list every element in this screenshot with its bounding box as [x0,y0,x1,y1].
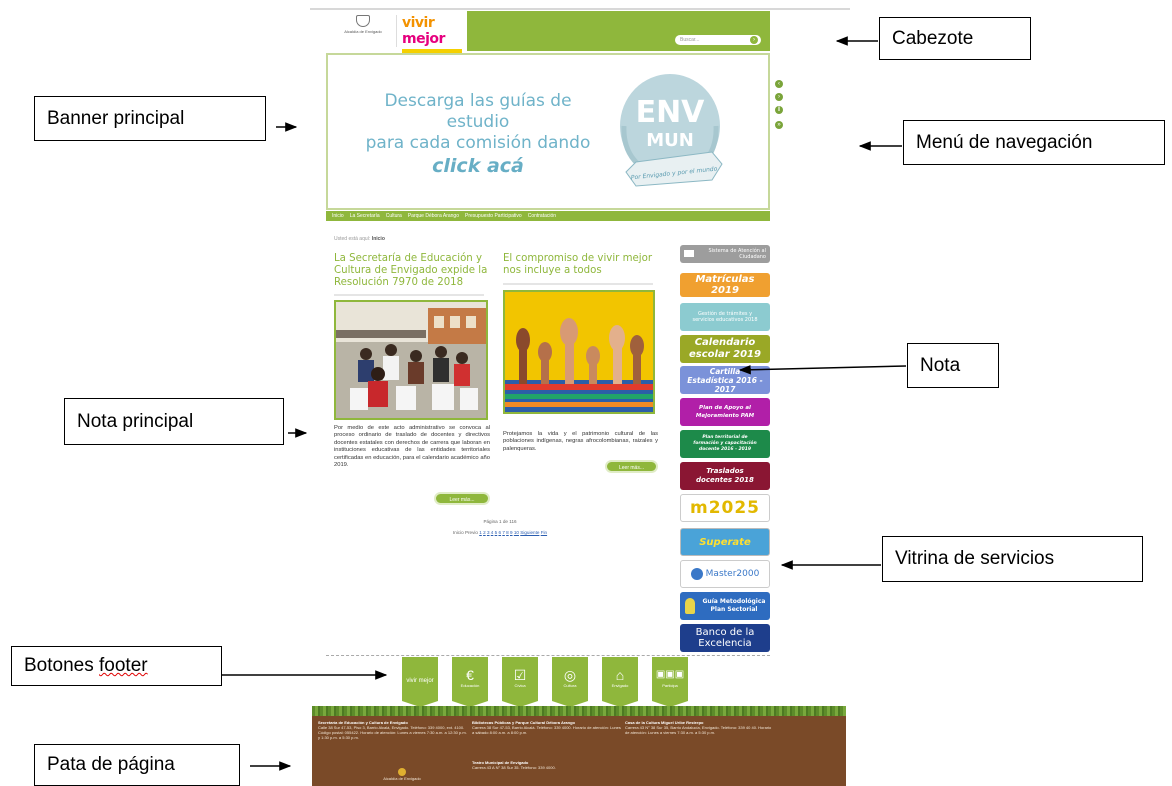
screenshot-canvas: { "site": { "logo_text": "Alcaldía de En… [0,0,1172,786]
arrow-nota [738,364,907,375]
annotation-arrows [222,36,907,771]
